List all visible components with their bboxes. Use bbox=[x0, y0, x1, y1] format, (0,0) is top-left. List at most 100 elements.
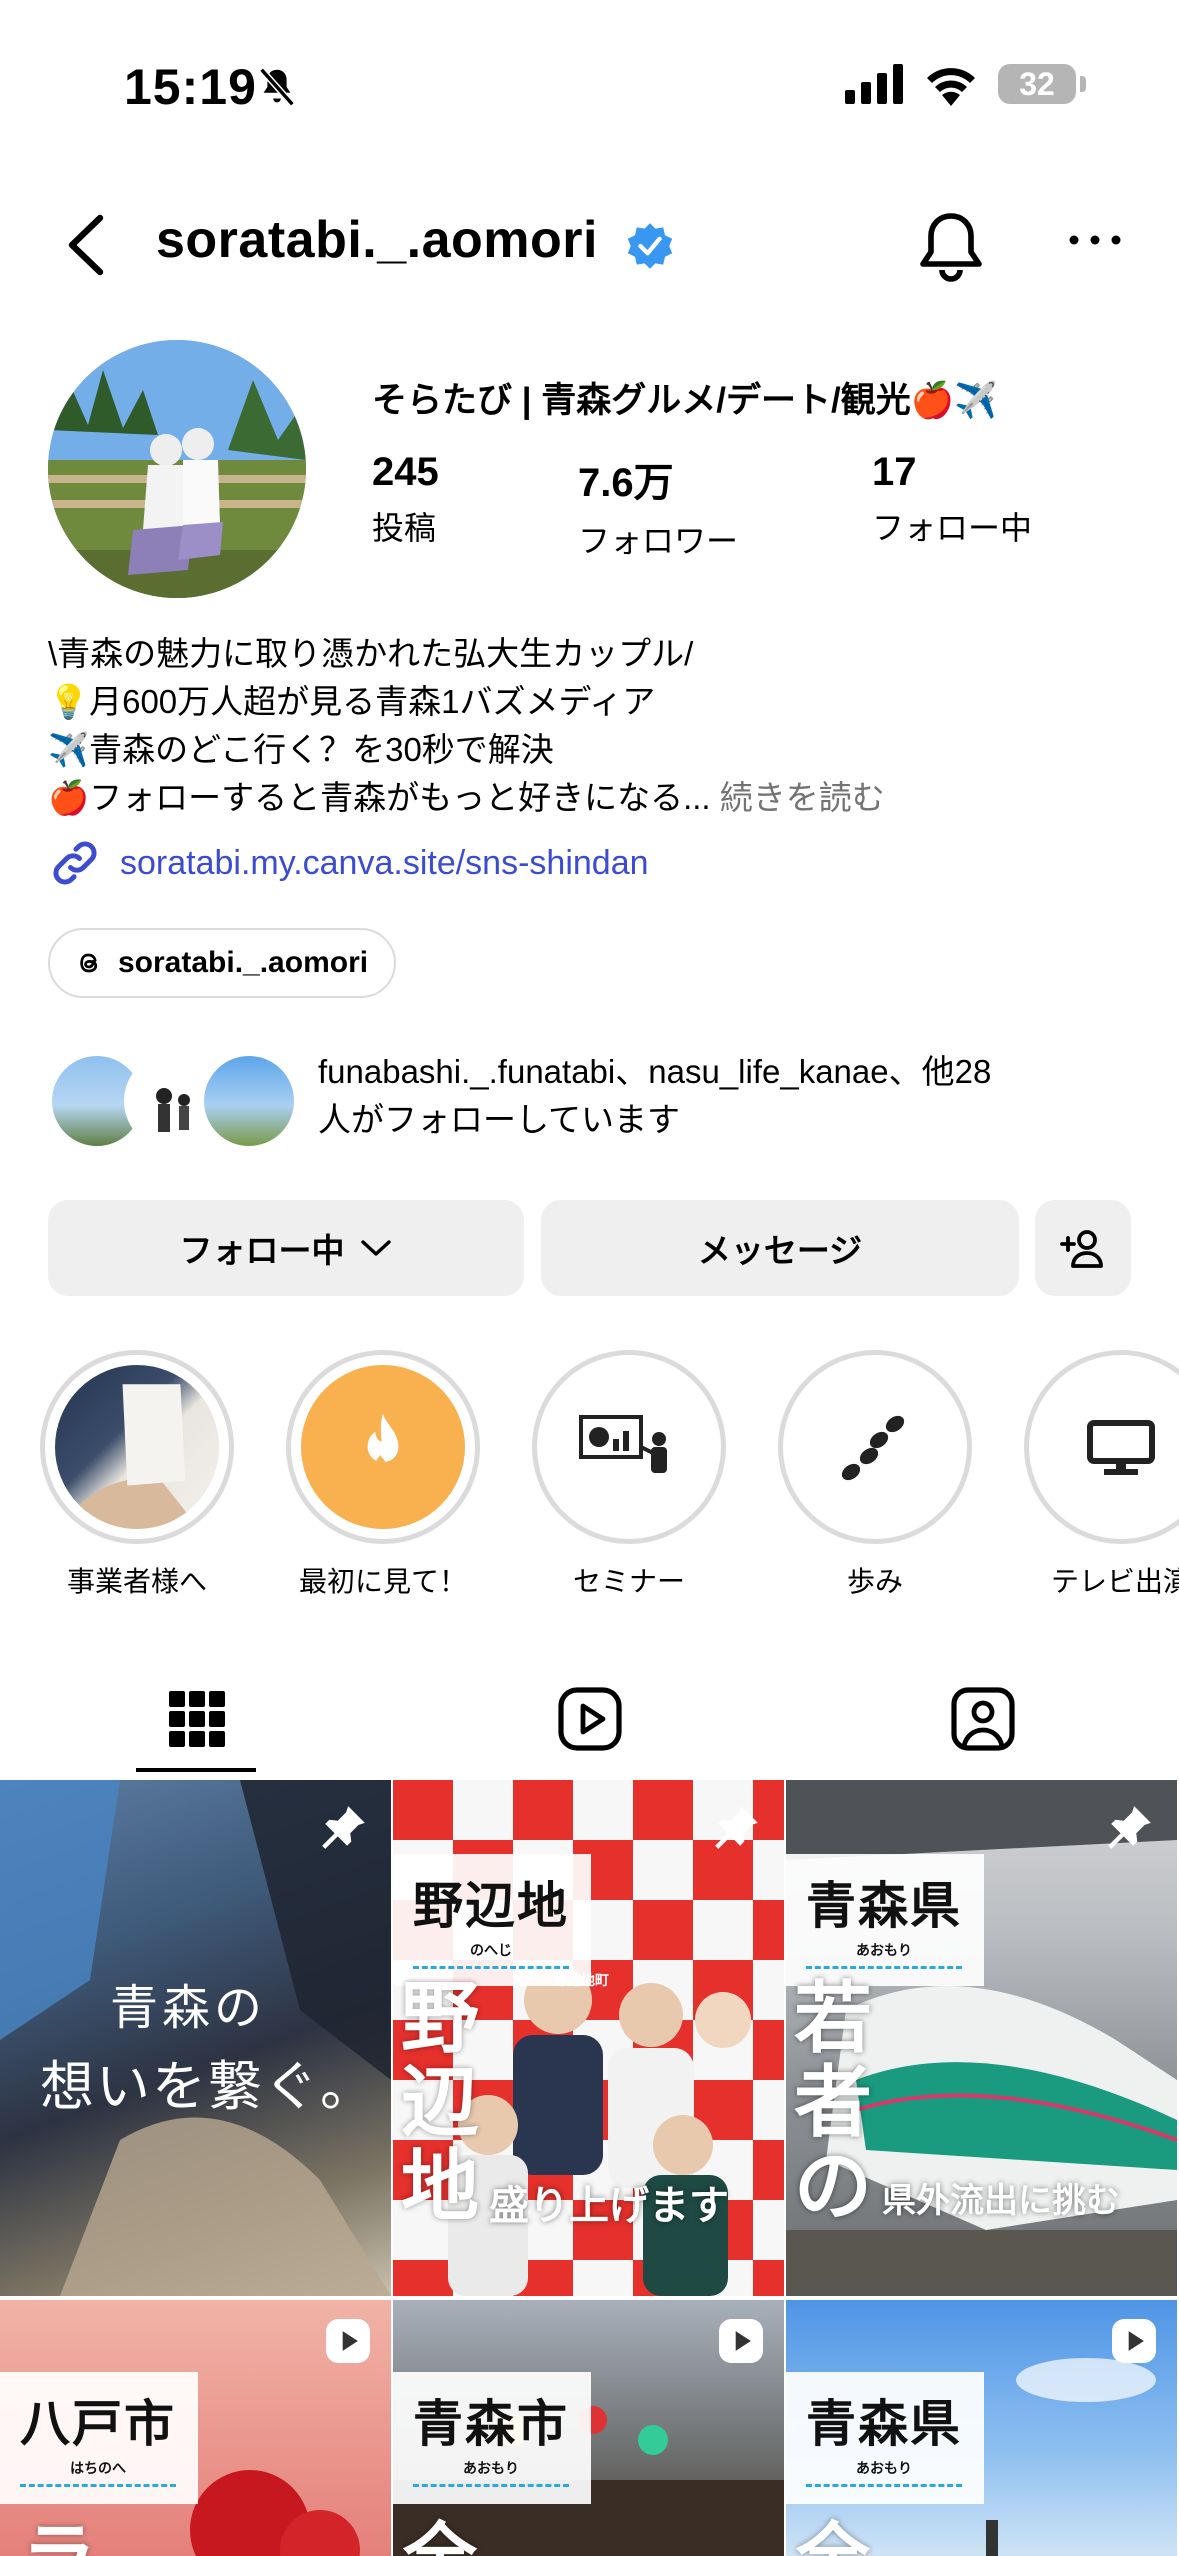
profile-link-text[interactable]: soratabi.my.canva.site/sns-shindan bbox=[120, 844, 649, 883]
mutual-avatars bbox=[48, 1052, 298, 1152]
highlight-ring bbox=[40, 1350, 234, 1544]
bio-line: 💡月600万人超が見る青森1バズメディア bbox=[48, 683, 656, 720]
profile-tabs bbox=[0, 1660, 1179, 1778]
tab-posts-grid[interactable] bbox=[0, 1660, 393, 1778]
post-place-kana: のへじ bbox=[470, 1942, 512, 1958]
grid-icon bbox=[168, 1691, 225, 1747]
post-tile[interactable]: 青森県 あおもり 若者の 県外流出に挑む bbox=[786, 1780, 1177, 2296]
post-place-label: 野辺地 のへじ bbox=[393, 1854, 591, 1986]
highlight-cover bbox=[1036, 1362, 1179, 1532]
reel-icon bbox=[326, 2319, 370, 2363]
bio-line: 🍎フォローすると青森がもっと好きになる... bbox=[48, 779, 711, 816]
post-headline: 全 bbox=[796, 2498, 870, 2556]
more-options-icon[interactable] bbox=[1068, 230, 1122, 250]
highlight-journey[interactable]: 歩み bbox=[778, 1350, 972, 1600]
back-icon[interactable] bbox=[56, 212, 116, 278]
threads-chip[interactable]: soratabi._.aomori bbox=[48, 928, 397, 998]
highlight-business[interactable]: 事業者様へ bbox=[40, 1350, 234, 1600]
bio-line-last: 🍎フォローすると青森がもっと好きになる... 続きを読む bbox=[48, 774, 885, 822]
post-headline: 若者の bbox=[794, 1974, 873, 2230]
post-photo bbox=[0, 1780, 391, 2296]
post-headline: 全 bbox=[403, 2498, 477, 2556]
bio-line: \青森の魅力に取り憑かれた弘大生カップル/ bbox=[48, 635, 694, 672]
following-button-label: フォロー中 bbox=[179, 1232, 345, 1269]
notification-bell-icon[interactable] bbox=[916, 208, 986, 284]
post-place-label: 青森市 あおもり bbox=[393, 2372, 591, 2504]
post-tile[interactable]: 青森県 あおもり 全 bbox=[786, 2300, 1177, 2556]
bio-line: ✈️青森のどこ行く？を30秒で解決 bbox=[48, 731, 554, 768]
stat-posts[interactable]: 245 投稿 bbox=[372, 450, 439, 549]
highlight-ring bbox=[532, 1350, 726, 1544]
battery-tip bbox=[1080, 76, 1086, 92]
cellular-signal-icon bbox=[845, 64, 903, 104]
pin-icon bbox=[1108, 1806, 1151, 1849]
stat-followers[interactable]: 7.6万 フォロワー bbox=[578, 450, 738, 562]
profile-avatar[interactable] bbox=[48, 340, 306, 598]
highlight-label: 事業者様へ bbox=[66, 1566, 207, 1597]
wifi-icon bbox=[927, 68, 975, 106]
post-place: 青森県 bbox=[806, 1878, 962, 1934]
post-caption: 想いを繋ぐ。 bbox=[40, 2057, 376, 2117]
stat-posts-label: 投稿 bbox=[372, 510, 437, 546]
following-button[interactable]: フォロー中 bbox=[48, 1200, 524, 1296]
tab-reels[interactable] bbox=[393, 1660, 786, 1778]
mutual-text-line: 人がフォローしています bbox=[318, 1101, 681, 1138]
bio-more-link[interactable]: 続きを読む bbox=[720, 779, 885, 816]
stat-following-count: 17 bbox=[872, 450, 917, 494]
highlight-cover bbox=[298, 1362, 468, 1532]
suggested-users-button[interactable] bbox=[1035, 1200, 1131, 1296]
post-place-arrow bbox=[413, 1966, 569, 1970]
highlight-ring bbox=[1024, 1350, 1179, 1544]
status-bar: 15:19 32 bbox=[0, 0, 1179, 170]
bell-off-icon bbox=[259, 67, 295, 107]
highlight-ring bbox=[286, 1350, 480, 1544]
post-tile[interactable]: 青森市 あおもり 全 bbox=[393, 2300, 784, 2556]
stat-following[interactable]: 17 フォロー中 bbox=[872, 450, 1032, 549]
stat-posts-count: 245 bbox=[372, 450, 439, 494]
profile-link[interactable]: soratabi.my.canva.site/sns-shindan bbox=[48, 838, 649, 888]
highlight-cover bbox=[544, 1362, 714, 1532]
chevron-down-icon bbox=[360, 1240, 391, 1256]
post-place-kana: あおもり bbox=[463, 2460, 519, 2476]
highlight-label: セミナー bbox=[572, 1566, 685, 1597]
post-place-kana: はちのへ bbox=[70, 2460, 126, 2476]
presentation-icon bbox=[579, 1415, 667, 1473]
threads-handle: soratabi._.aomori bbox=[118, 946, 369, 979]
post-place-arrow bbox=[413, 2484, 569, 2488]
stat-following-label: フォロー中 bbox=[872, 510, 1033, 546]
status-time: 15:19 bbox=[124, 59, 257, 115]
tv-icon bbox=[1087, 1420, 1155, 1475]
highlight-ring bbox=[778, 1350, 972, 1544]
highlight-start-here[interactable]: 最初に見て！ bbox=[286, 1350, 480, 1600]
footsteps-icon bbox=[841, 1415, 905, 1481]
post-caption: 青森の bbox=[110, 1982, 267, 2035]
post-place: 青森市 bbox=[413, 2396, 569, 2452]
post-place-label: 八戸市 はちのへ bbox=[0, 2372, 198, 2504]
message-button[interactable]: メッセージ bbox=[541, 1200, 1019, 1296]
post-headline: 野辺地 bbox=[401, 1974, 480, 2230]
reel-icon bbox=[1112, 2319, 1156, 2363]
post-place-arrow bbox=[806, 2484, 962, 2488]
post-place-kana: あおもり bbox=[856, 1942, 912, 1958]
profile-bio: \青森の魅力に取り憑かれた弘大生カップル/ 💡月600万人超が見る青森1バズメデ… bbox=[48, 630, 885, 822]
post-tile[interactable]: 青森の 想いを繋ぐ。 bbox=[0, 1780, 391, 2296]
post-place: 青森県 bbox=[806, 2396, 962, 2452]
post-tile[interactable]: 八戸市 はちのへ ラ bbox=[0, 2300, 391, 2556]
post-place-arrow bbox=[20, 2484, 176, 2488]
reels-icon bbox=[557, 1687, 622, 1751]
highlight-seminar[interactable]: セミナー bbox=[532, 1350, 726, 1600]
avatar-photo bbox=[48, 340, 306, 598]
threads-icon bbox=[80, 953, 98, 973]
pin-icon bbox=[715, 1806, 758, 1849]
stat-followers-label: フォロワー bbox=[578, 523, 739, 559]
post-tile[interactable]: 野辺地 のへじ 野辺地 盛り上げます 野辺地町 bbox=[393, 1780, 784, 2296]
fire-icon bbox=[367, 1413, 399, 1473]
profile-display-name: そらたび | 青森グルメ/デート/観光🍎✈️ bbox=[372, 381, 998, 420]
post-place-label: 青森県 あおもり bbox=[786, 2372, 984, 2504]
mutual-followers[interactable]: funabashi._.funatabi、nasu_life_kanae、他28… bbox=[48, 1048, 1148, 1150]
post-headline: ラ bbox=[22, 2498, 96, 2556]
mutual-text-line: funabashi._.funatabi、nasu_life_kanae、他28 bbox=[318, 1053, 992, 1090]
highlight-label: テレビ出演 bbox=[1050, 1566, 1179, 1597]
tab-tagged[interactable] bbox=[786, 1660, 1179, 1778]
highlight-tv[interactable]: テレビ出演 bbox=[1024, 1350, 1179, 1600]
